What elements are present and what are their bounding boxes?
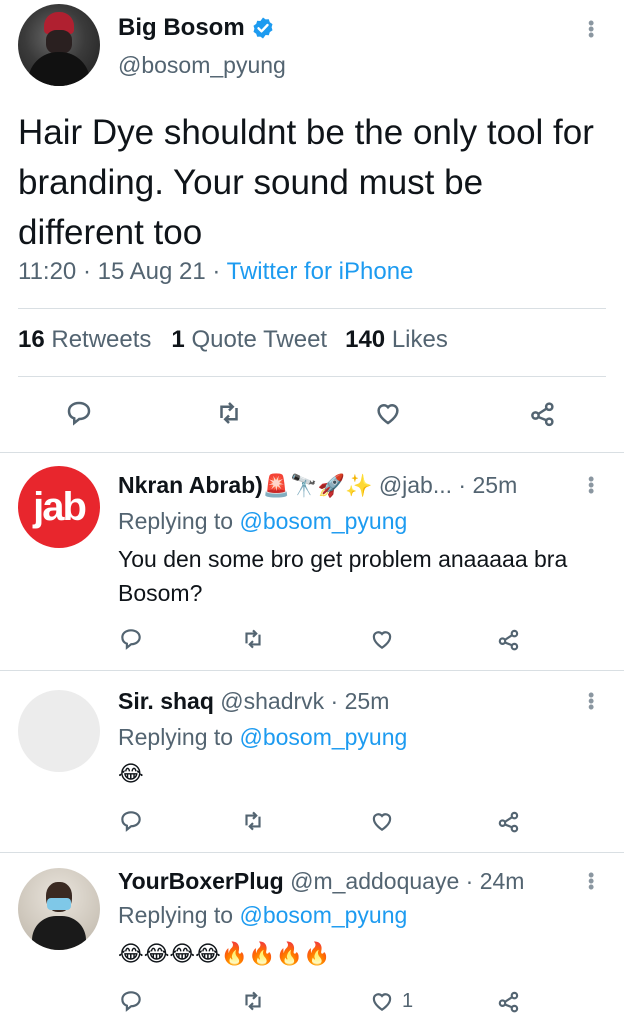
- reply-handle[interactable]: @shadrvk: [220, 688, 324, 714]
- retweets-stat[interactable]: 16 Retweets: [18, 326, 151, 354]
- reply-display-name[interactable]: Nkran Abrab): [118, 472, 263, 498]
- verified-badge-icon: [253, 17, 273, 39]
- like-icon[interactable]: [368, 808, 396, 834]
- retweet-icon[interactable]: [240, 808, 266, 834]
- meta-separator: ·: [82, 258, 91, 285]
- reply-icon[interactable]: [118, 626, 144, 652]
- tweet-text: Hair Dye shouldnt be the only tool for b…: [18, 113, 594, 252]
- like-icon[interactable]: [372, 398, 404, 428]
- like-icon[interactable]: [368, 626, 396, 652]
- reply-time[interactable]: 24m: [480, 868, 525, 894]
- meta-separator: ·: [212, 258, 221, 285]
- replying-to: Replying to @bosom_pyung: [118, 724, 408, 750]
- retweet-icon[interactable]: [214, 398, 244, 428]
- divider: [0, 670, 624, 671]
- name-emojis: 🚨🔭🚀✨: [262, 474, 373, 499]
- reply-text: You den some bro get problem anaaaaa bra…: [118, 546, 568, 606]
- share-icon[interactable]: [528, 398, 558, 428]
- author-avatar[interactable]: [18, 4, 100, 86]
- like-icon[interactable]: [368, 988, 396, 1014]
- reply-text: 😂: [118, 762, 144, 787]
- replying-to: Replying to @bosom_pyung: [118, 508, 408, 534]
- more-icon[interactable]: • • •: [588, 14, 594, 44]
- replying-to-link[interactable]: @bosom_pyung: [239, 508, 407, 534]
- retweet-icon[interactable]: [240, 988, 266, 1014]
- quotes-stat[interactable]: 1 Quote Tweet: [171, 326, 327, 354]
- author-display-name[interactable]: Big Bosom: [118, 14, 245, 42]
- tweet-date[interactable]: 15 Aug 21: [98, 258, 206, 285]
- tweet-time[interactable]: 11:20: [18, 258, 76, 285]
- replying-to: Replying to @bosom_pyung: [118, 902, 408, 928]
- share-icon[interactable]: [496, 626, 522, 652]
- replying-to-link[interactable]: @bosom_pyung: [239, 902, 407, 928]
- author-name[interactable]: Big Bosom: [118, 14, 275, 42]
- author-handle[interactable]: @bosom_pyung: [118, 52, 286, 79]
- reply-text: 😂😂😂😂🔥🔥🔥🔥: [118, 942, 331, 967]
- reply-icon[interactable]: [118, 808, 144, 834]
- reply-display-name[interactable]: YourBoxerPlug: [118, 868, 284, 894]
- reply-time[interactable]: 25m: [472, 472, 517, 498]
- reply-time[interactable]: 25m: [345, 688, 390, 714]
- divider: [18, 376, 606, 377]
- divider: [0, 452, 624, 453]
- reply-header: Nkran Abrab)🚨🔭🚀✨ @jab... · 25m: [118, 472, 518, 499]
- tweet-source[interactable]: Twitter for iPhone: [227, 258, 414, 285]
- reply-avatar[interactable]: [18, 690, 100, 772]
- reply-icon[interactable]: [64, 398, 94, 428]
- more-icon[interactable]: • • •: [588, 866, 594, 896]
- divider: [18, 308, 606, 309]
- share-icon[interactable]: [496, 988, 522, 1014]
- share-icon[interactable]: [496, 808, 522, 834]
- like-count: 1: [402, 990, 414, 1012]
- more-icon[interactable]: • • •: [588, 470, 594, 500]
- more-icon[interactable]: • • •: [588, 686, 594, 716]
- retweet-icon[interactable]: [240, 626, 266, 652]
- reply-avatar[interactable]: jab: [18, 466, 100, 548]
- reply-display-name[interactable]: Sir. shaq: [118, 688, 214, 714]
- tweet-stats: 16 Retweets 1 Quote Tweet 140 Likes: [18, 326, 448, 354]
- reply-handle[interactable]: @m_addoquaye: [290, 868, 459, 894]
- tweet-meta: 11:20 · 15 Aug 21 · Twitter for iPhone: [18, 258, 413, 286]
- reply-handle[interactable]: @jab...: [379, 472, 452, 498]
- reply-icon[interactable]: [118, 988, 144, 1014]
- reply-header: Sir. shaq @shadrvk · 25m: [118, 688, 390, 714]
- replying-to-link[interactable]: @bosom_pyung: [239, 724, 407, 750]
- reply-header: YourBoxerPlug @m_addoquaye · 24m: [118, 868, 525, 894]
- divider: [0, 852, 624, 853]
- likes-stat[interactable]: 140 Likes: [345, 326, 448, 354]
- reply-avatar[interactable]: [18, 868, 100, 950]
